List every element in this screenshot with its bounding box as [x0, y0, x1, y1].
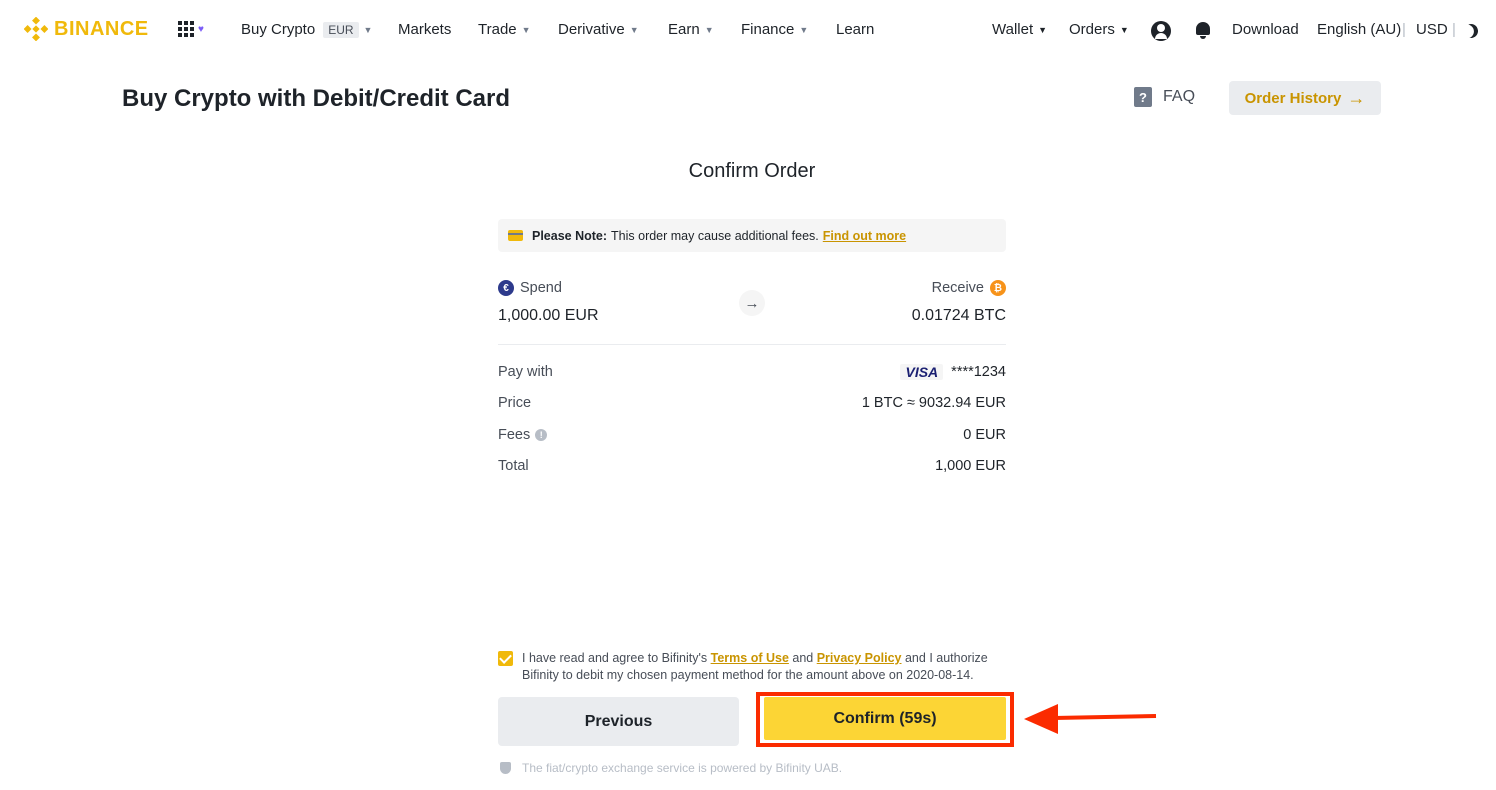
nav-learn[interactable]: Learn — [836, 21, 874, 38]
binance-logo[interactable]: BINANCE — [24, 17, 149, 41]
price-row: Price 1 BTC ≈ 9032.94 EUR — [498, 395, 1006, 411]
nav-earn-label: Earn — [668, 21, 700, 38]
card-icon — [508, 230, 523, 241]
caret-down-icon: ▼ — [1038, 24, 1048, 35]
notifications-button[interactable] — [1194, 20, 1212, 40]
receive-label-group: Receive ₿ — [932, 280, 1006, 296]
fees-label: Fees — [498, 427, 531, 443]
previous-button[interactable]: Previous — [498, 697, 739, 746]
nav-learn-label: Learn — [836, 21, 875, 38]
arrow-right-icon: → — [1347, 87, 1366, 108]
nav-derivative-label: Derivative — [558, 21, 625, 38]
spend-amount: 1,000.00 EUR — [498, 307, 599, 324]
bitcoin-coin-icon: ₿ — [990, 280, 1006, 296]
diamond-icon: ♥ — [198, 23, 204, 35]
fee-notice: Please Note: This order may cause additi… — [498, 219, 1006, 252]
total-value: 1,000 EUR — [935, 458, 1006, 474]
nav-download[interactable]: Download — [1232, 21, 1299, 38]
nav-orders[interactable]: Orders ▼ — [1069, 21, 1129, 38]
order-history-button[interactable]: Order History → — [1229, 81, 1381, 115]
nav-derivative[interactable]: Derivative ▼ — [558, 21, 639, 38]
nav-wallet-label: Wallet — [992, 21, 1034, 38]
binance-diamond-icon — [24, 17, 48, 41]
info-icon[interactable]: ! — [535, 429, 548, 441]
nav-orders-label: Orders — [1069, 21, 1115, 38]
page-title: Buy Crypto with Debit/Credit Card — [122, 85, 511, 112]
spend-label: Spend — [520, 280, 562, 296]
chevron-down-icon: ▼ — [521, 24, 531, 35]
terms-agreement: I have read and agree to Bifinity's Term… — [498, 650, 1008, 684]
faq-label: FAQ — [1163, 88, 1196, 105]
pay-with-label: Pay with — [498, 364, 553, 380]
nav-markets[interactable]: Markets — [398, 21, 451, 38]
find-out-more-link[interactable]: Find out more — [823, 229, 906, 243]
fees-row: Fees ! 0 EUR — [498, 427, 1006, 443]
spend-label-group: € Spend — [498, 280, 562, 296]
nav-buy-crypto-label: Buy Crypto — [241, 21, 316, 38]
receive-label: Receive — [931, 280, 984, 296]
faq-link[interactable]: ? FAQ — [1134, 87, 1195, 107]
footer-text: The fiat/crypto exchange service is powe… — [522, 761, 843, 775]
language-label: English (AU) — [1317, 21, 1402, 38]
receive-amount: 0.01724 BTC — [911, 307, 1006, 324]
total-row: Total 1,000 EUR — [498, 458, 1006, 474]
nav-divider: | — [1452, 21, 1456, 38]
currency-selector[interactable]: USD — [1416, 21, 1448, 38]
apps-menu-button[interactable]: ♥ — [178, 21, 204, 37]
nav-finance[interactable]: Finance ▼ — [741, 21, 808, 38]
currency-badge: EUR — [323, 21, 359, 38]
nav-divider: | — [1402, 21, 1406, 38]
euro-coin-icon: € — [498, 280, 514, 296]
account-button[interactable] — [1151, 21, 1171, 41]
bell-icon — [1194, 20, 1212, 40]
arrow-right-icon: → — [739, 290, 765, 316]
divider — [498, 344, 1006, 345]
visa-logo-icon: VISA — [900, 364, 944, 380]
theme-toggle[interactable] — [1464, 24, 1478, 38]
order-history-label: Order History — [1244, 89, 1342, 107]
nav-trade[interactable]: Trade ▼ — [478, 21, 531, 38]
nav-earn[interactable]: Earn ▼ — [668, 21, 714, 38]
nav-trade-label: Trade — [478, 21, 517, 38]
nav-markets-label: Markets — [398, 21, 452, 38]
top-nav: BINANCE ♥ Buy Crypto EUR ▼ Markets Trade… — [0, 0, 1496, 62]
caret-down-icon: ▼ — [1119, 24, 1129, 35]
nav-wallet[interactable]: Wallet ▼ — [992, 21, 1047, 38]
confirm-order-title: Confirm Order — [688, 160, 816, 182]
annotation-arrow-icon — [1024, 704, 1157, 734]
privacy-policy-link[interactable]: Privacy Policy — [817, 651, 902, 665]
chevron-down-icon: ▼ — [799, 24, 809, 35]
chevron-down-icon: ▼ — [363, 24, 373, 35]
nav-download-label: Download — [1232, 21, 1299, 38]
fees-value: 0 EUR — [963, 427, 1006, 443]
user-icon — [1151, 21, 1171, 41]
agreement-text-2: and — [792, 651, 814, 665]
price-value: 1 BTC ≈ 9032.94 EUR — [861, 395, 1006, 411]
agreement-text: I have read and agree to Bifinity's Term… — [522, 650, 1008, 684]
help-document-icon: ? — [1134, 87, 1152, 107]
language-selector[interactable]: English (AU) — [1317, 21, 1401, 38]
moon-icon — [1462, 22, 1480, 40]
note-text: This order may cause additional fees. — [611, 228, 819, 243]
nav-buy-crypto[interactable]: Buy Crypto EUR ▼ — [241, 21, 372, 38]
pay-with-row: Pay with VISA ****1234 — [498, 364, 1006, 380]
logo-text: BINANCE — [54, 17, 149, 40]
agreement-text-1: I have read and agree to Bifinity's — [522, 651, 708, 665]
footer-note: The fiat/crypto exchange service is powe… — [500, 761, 842, 775]
currency-label: USD — [1416, 21, 1448, 38]
terms-of-use-link[interactable]: Terms of Use — [711, 651, 789, 665]
total-label: Total — [498, 458, 529, 474]
confirm-button[interactable]: Confirm (59s) — [764, 697, 1006, 740]
price-label: Price — [498, 395, 532, 411]
agree-checkbox[interactable] — [498, 651, 513, 666]
chevron-down-icon: ▼ — [629, 24, 639, 35]
note-label: Please Note: — [532, 228, 608, 243]
card-number: ****1234 — [951, 364, 1006, 380]
chevron-down-icon: ▼ — [704, 24, 714, 35]
shield-icon — [500, 762, 511, 774]
grid-icon — [178, 21, 194, 37]
nav-finance-label: Finance — [741, 21, 795, 38]
